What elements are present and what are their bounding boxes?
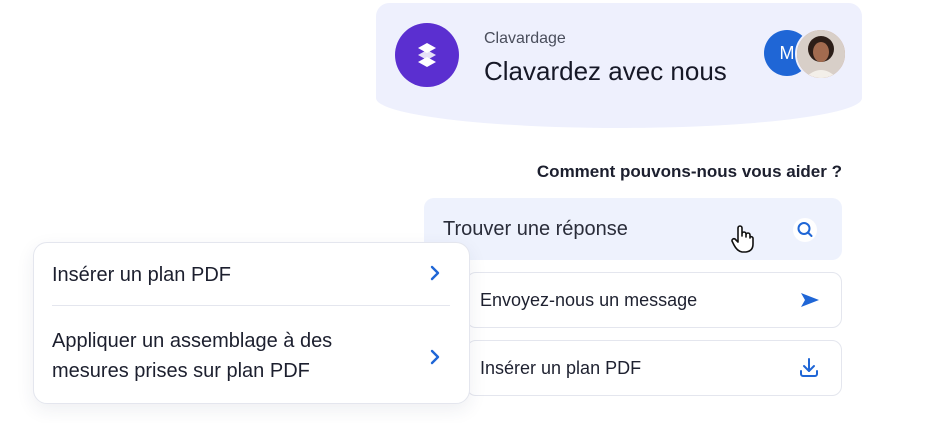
- header-title: Clavardez avec nous: [484, 56, 727, 86]
- suggestion-apply-assembly-line1: Appliquer un assemblage à des: [52, 330, 333, 352]
- suggestion-insert-pdf[interactable]: Insérer un plan PDF: [52, 260, 231, 290]
- search-icon[interactable]: [792, 217, 818, 248]
- send-message-label: Envoyez-nous un message: [480, 290, 698, 310]
- suggestion-apply-assembly-line2: mesures prises sur plan PDF: [52, 360, 310, 382]
- find-answer-label: Trouver une réponse: [443, 218, 628, 240]
- insert-pdf-plan-label: Insérer un plan PDF: [480, 358, 642, 378]
- brand-logo-icon: [395, 23, 459, 87]
- suggestion-apply-assembly[interactable]: Appliquer un assemblage à des mesures pr…: [52, 326, 332, 386]
- agent-avatar-photo: [795, 28, 847, 80]
- popup-divider: [52, 305, 450, 306]
- chevron-right-icon[interactable]: [428, 348, 442, 371]
- hand-cursor-icon: [731, 224, 755, 259]
- download-icon: [799, 357, 819, 384]
- chevron-right-icon[interactable]: [428, 264, 442, 287]
- header-subtitle: Clavardage: [484, 30, 566, 47]
- send-icon: [800, 292, 820, 313]
- help-prompt: Comment pouvons-nous vous aider ?: [536, 162, 842, 181]
